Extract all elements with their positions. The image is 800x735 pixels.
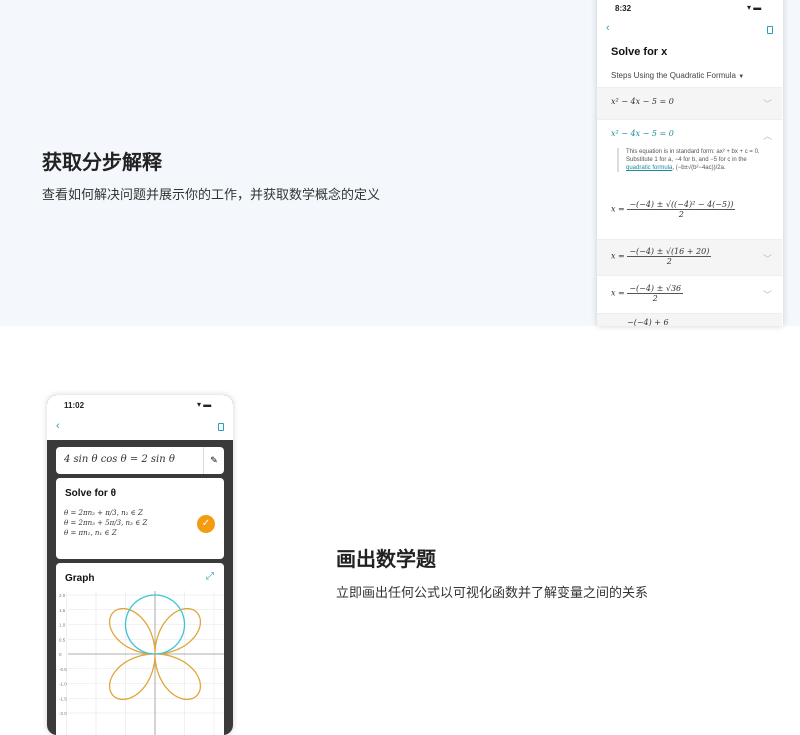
step-equation: x² − 4x − 5 = 0 — [611, 97, 674, 106]
step-row[interactable]: −(−4) + 6 — [597, 313, 782, 326]
solutions-list: θ = 2πn₂ + π/3, n₂ ∈ Z θ = 2πn₃ + 5π/3, … — [64, 508, 147, 538]
solution: θ = πn₁, n₁ ∈ Z — [64, 529, 117, 537]
polar-graph[interactable]: 2.0 1.5 1.0 0.5 0 -0.5 -1.0 -1.5 -2.0 — [56, 591, 224, 735]
step-equation: −(−4) + 6 — [627, 318, 669, 326]
quadratic-formula-link[interactable]: quadratic formula — [626, 165, 672, 171]
status-time: 8:32 — [615, 4, 632, 13]
signal-battery-icon: ▾ ▬ — [197, 400, 212, 409]
step-row[interactable]: x² − 4x − 5 = 0 ﹀ — [597, 87, 782, 119]
back-icon[interactable]: ‹ — [56, 420, 60, 432]
y-tick-label: -0.5 — [59, 667, 67, 672]
step-row-expanded[interactable]: x² − 4x − 5 = 0 ︿ This equation is in sta… — [597, 119, 782, 239]
numerator: −(−4) ± √36 — [627, 284, 684, 294]
steps-description: 查看如何解决问题并展示你的工作，并获取数学概念的定义 — [42, 187, 381, 202]
equation-input[interactable]: 4 sin θ cos θ = 2 sin θ ✎ — [56, 447, 224, 474]
step-row[interactable]: x = −(−4) ± √36 2 ﹀ — [597, 275, 782, 313]
y-tick-label: 1.5 — [59, 608, 66, 613]
equation-text: 4 sin θ cos θ = 2 sin θ — [64, 454, 175, 465]
chevron-down-icon: ﹀ — [762, 254, 772, 264]
denominator: 2 — [652, 294, 658, 303]
bookmark-icon[interactable] — [767, 26, 773, 34]
bookmark-icon[interactable] — [218, 423, 224, 431]
edit-pencil-icon[interactable]: ✎ — [203, 447, 224, 474]
graph-description: 立即画出任何公式以可视化函数并了解变量之间的关系 — [336, 585, 649, 600]
y-tick-label: 2.0 — [59, 593, 66, 598]
y-tick-label: 1.0 — [59, 623, 66, 628]
solution: θ = 2πn₂ + π/3, n₂ ∈ Z — [64, 509, 143, 517]
y-tick-label: -2.0 — [59, 711, 67, 716]
chevron-down-icon: ﹀ — [762, 290, 772, 300]
method-select[interactable]: Steps Using the Quadratic Formula ▼ — [611, 71, 744, 80]
step-row[interactable]: x = −(−4) ± √(16 + 20) 2 ﹀ — [597, 239, 782, 275]
graph-heading: Graph — [65, 573, 95, 584]
chevron-up-icon: ︿ — [762, 131, 772, 141]
step-explanation: This equation is in standard form: ax² +… — [617, 148, 767, 172]
solve-heading: Solve for x — [611, 46, 668, 58]
solve-card: Solve for θ θ = 2πn₂ + π/3, n₂ ∈ Z θ = 2… — [56, 478, 224, 559]
caret-icon: ▼ — [738, 74, 745, 80]
y-tick-label: -1.5 — [59, 696, 67, 701]
x-equals: x = — [611, 204, 625, 214]
explanation-text: This equation is in standard form: ax² +… — [626, 149, 760, 163]
step-result: x = −(−4) ± √((−4)² − 4(−5)) 2 — [611, 200, 736, 219]
phone-steps-screenshot: 8:32 ▾ ▬ ‹ Solve for x Steps Using the Q… — [597, 0, 783, 326]
graph-title: 画出数学题 — [336, 549, 436, 571]
step-equation: x² − 4x − 5 = 0 — [611, 129, 674, 138]
x-equals: x = — [611, 288, 625, 298]
y-tick-label: 0 — [59, 652, 62, 657]
y-tick-label: -1.0 — [59, 682, 67, 687]
phone-graph-screenshot: 11:02 ▾ ▬ ‹ 4 sin θ cos θ = 2 sin θ ✎ So… — [47, 395, 233, 735]
solution: θ = 2πn₃ + 5π/3, n₃ ∈ Z — [64, 519, 148, 527]
steps-title: 获取分步解释 — [42, 152, 162, 174]
numerator: −(−4) ± √(16 + 20) — [627, 247, 712, 257]
numerator: −(−4) ± √((−4)² − 4(−5)) — [627, 200, 736, 210]
check-icon: ✓ — [197, 515, 215, 533]
method-label: Steps Using the Quadratic Formula — [611, 71, 736, 80]
expand-icon[interactable]: ⤢ — [206, 571, 214, 582]
denominator: 2 — [666, 257, 672, 266]
solve-heading: Solve for θ — [65, 488, 116, 499]
x-equals: x = — [611, 251, 625, 261]
graph-card: Graph ⤢ 2.0 1.5 1.0 0.5 0 -0.5 -1.0 -1.5 -2.0 — [56, 563, 224, 735]
chevron-down-icon: ﹀ — [762, 99, 772, 109]
denominator: 2 — [678, 210, 684, 219]
explanation-text: , (−b±√(b²−4ac))/2a. — [672, 165, 726, 171]
y-tick-label: 0.5 — [59, 637, 66, 642]
back-icon[interactable]: ‹ — [606, 22, 610, 34]
status-time: 11:02 — [64, 401, 85, 410]
signal-battery-icon: ▾ ▬ — [747, 3, 762, 12]
